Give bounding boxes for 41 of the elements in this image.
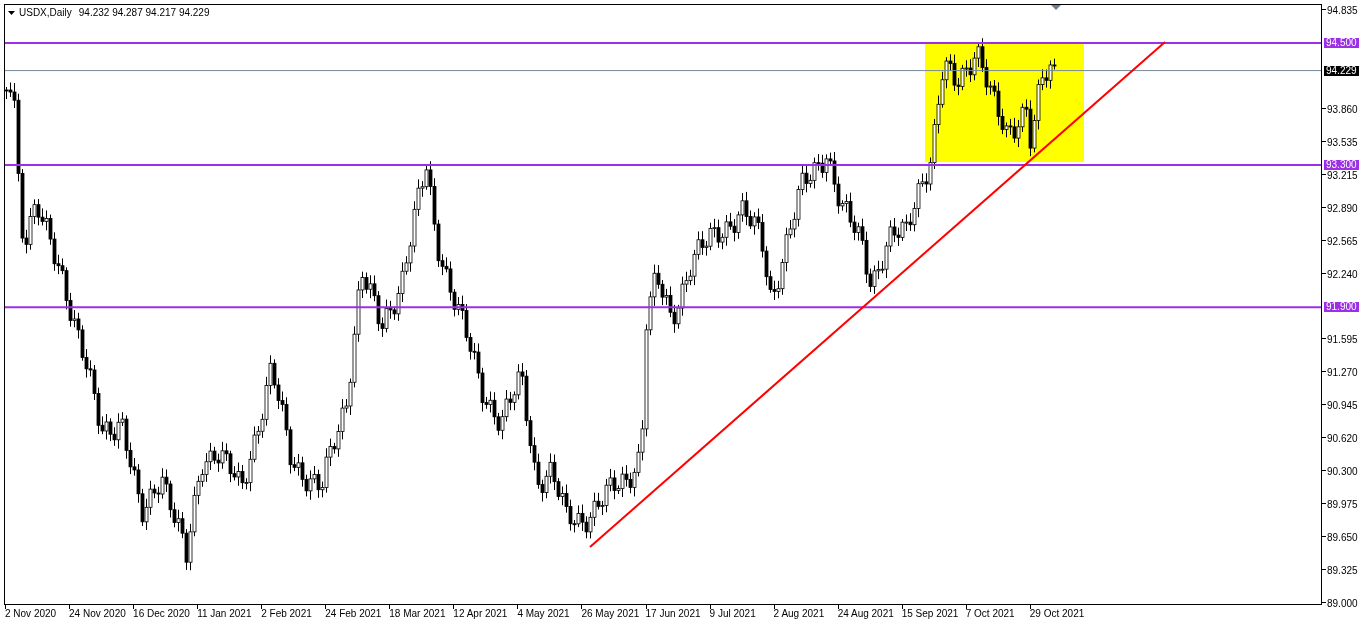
date-label: 2 Aug 2021 <box>773 608 825 619</box>
price-tick-label: 94.835 <box>1327 6 1358 16</box>
date-label: 12 Apr 2021 <box>453 608 508 619</box>
price-tick-label: 90.620 <box>1327 434 1358 445</box>
price-tick-label: 91.595 <box>1327 335 1358 346</box>
date-label: 9 Jul 2021 <box>709 608 756 619</box>
price-tick-label: 92.240 <box>1327 269 1358 280</box>
price-label: 94.500 <box>1324 38 1359 49</box>
date-label: 26 May 2021 <box>581 608 640 619</box>
date-label: 2 Feb 2021 <box>261 608 312 619</box>
date-label: 4 May 2021 <box>517 608 570 619</box>
price-tick-label: 89.650 <box>1327 532 1358 543</box>
date-label: 7 Oct 2021 <box>965 608 1015 619</box>
price-label: 91.900 <box>1324 302 1359 313</box>
price-tick-label: 90.945 <box>1327 401 1358 412</box>
price-tick-label: 93.215 <box>1327 170 1358 181</box>
price-label: 93.300 <box>1324 160 1359 170</box>
dropdown-triangle-icon[interactable] <box>8 10 15 15</box>
triangle-marker-icon <box>1051 5 1061 10</box>
date-label: 2 Nov 2020 <box>5 608 57 619</box>
price-tick-label: 92.565 <box>1327 236 1358 247</box>
date-label: 24 Nov 2020 <box>69 608 126 619</box>
ohlc-values: 94.232 94.287 94.217 94.229 <box>78 7 210 18</box>
price-tick-label: 93.860 <box>1327 105 1358 116</box>
chart-symbol: USDX,Daily <box>19 7 72 18</box>
price-tick-label: 90.300 <box>1327 466 1358 477</box>
date-label: 24 Aug 2021 <box>837 608 894 619</box>
date-label: 16 Dec 2020 <box>133 608 190 619</box>
price-tick-label: 93.535 <box>1327 138 1358 149</box>
price-tick-label: 89.325 <box>1327 565 1358 576</box>
date-label: 17 Jun 2021 <box>645 608 701 619</box>
date-label: 29 Oct 2021 <box>1029 608 1085 619</box>
price-label: 94.229 <box>1324 65 1359 76</box>
price-tick-label: 91.270 <box>1327 368 1358 379</box>
date-label: 15 Sep 2021 <box>901 608 959 619</box>
price-tick-label: 89.975 <box>1327 499 1358 510</box>
date-label: 18 Mar 2021 <box>389 608 446 619</box>
price-tick-label: 92.890 <box>1327 203 1358 214</box>
price-tick-label: 89.000 <box>1327 599 1358 609</box>
date-label: 11 Jan 2021 <box>197 608 252 619</box>
date-label: 24 Feb 2021 <box>325 608 382 619</box>
